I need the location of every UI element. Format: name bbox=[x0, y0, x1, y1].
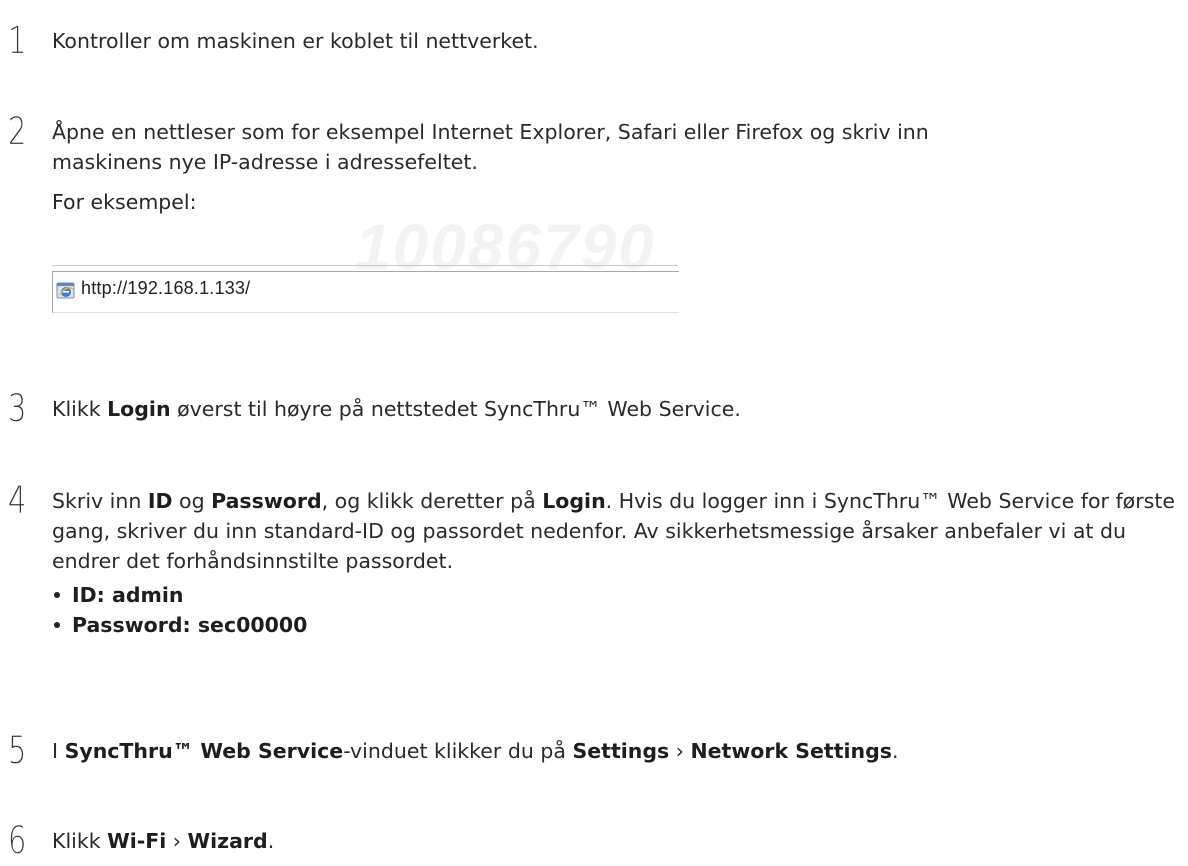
text-run: øverst til høyre på nettstedet SyncThru™… bbox=[170, 397, 741, 421]
step-number: 6 bbox=[8, 819, 27, 862]
step-text: Klikk Wi-Fi › Wizard. bbox=[52, 822, 1183, 856]
list-item: ID: admin bbox=[52, 580, 1183, 610]
ui-term-settings: Settings bbox=[572, 739, 670, 763]
ui-term-wifi: Wi-Fi bbox=[107, 829, 167, 853]
ui-term-syncthru: SyncThru™ Web Service bbox=[64, 739, 344, 763]
step-6: 6 Klikk Wi-Fi › Wizard. bbox=[8, 819, 1183, 862]
text-run: og bbox=[172, 489, 212, 513]
text-run: . bbox=[267, 829, 275, 853]
separator: › bbox=[166, 829, 188, 853]
step-3: 3 Klikk Login øverst til høyre på nettst… bbox=[8, 387, 1183, 430]
ui-term-wizard: Wizard bbox=[187, 829, 268, 853]
browser-address-bar: http://192.168.1.133/ bbox=[52, 265, 680, 321]
step-number: 1 bbox=[8, 19, 27, 62]
step-5: 5 I SyncThru™ Web Service-vinduet klikke… bbox=[8, 729, 1183, 772]
ui-term-password: Password bbox=[211, 489, 322, 513]
ie-browser-icon bbox=[56, 282, 75, 299]
step-text: Skriv inn ID og Password, og klikk deret… bbox=[52, 482, 1183, 576]
step-4: 4 Skriv inn ID og Password, og klikk der… bbox=[8, 482, 1183, 640]
address-field: http://192.168.1.133/ bbox=[52, 271, 679, 313]
text-run: Klikk bbox=[52, 397, 108, 421]
text-run: , og klikk deretter på bbox=[321, 489, 543, 513]
step-text: I SyncThru™ Web Service-vinduet klikker … bbox=[52, 732, 1183, 766]
ui-term-login: Login bbox=[107, 397, 171, 421]
separator: › bbox=[669, 739, 691, 763]
credentials-list: ID: admin Password: sec00000 bbox=[52, 580, 1183, 640]
ui-term-network-settings: Network Settings bbox=[690, 739, 893, 763]
step-text: Klikk Login øverst til høyre på nettsted… bbox=[52, 390, 1183, 424]
step-text-line: maskinens nye IP-adresse i adressefeltet… bbox=[52, 150, 478, 174]
text-run: Klikk bbox=[52, 829, 108, 853]
ui-term-login: Login bbox=[542, 489, 606, 513]
step-number: 4 bbox=[8, 479, 27, 522]
toolbar-divider bbox=[52, 265, 678, 266]
example-label: For eksempel: bbox=[52, 190, 197, 214]
step-2: 2 Åpne en nettleser som for eksempel Int… bbox=[8, 113, 1183, 217]
step-text: Kontroller om maskinen er koblet til net… bbox=[52, 29, 539, 53]
list-item: Password: sec00000 bbox=[52, 610, 1183, 640]
step-number: 2 bbox=[8, 110, 27, 153]
ui-term-id: ID bbox=[147, 489, 173, 513]
step-1: 1 Kontroller om maskinen er koblet til n… bbox=[8, 19, 1183, 62]
step-text-line: Åpne en nettleser som for eksempel Inter… bbox=[52, 120, 929, 144]
step-text: Åpne en nettleser som for eksempel Inter… bbox=[52, 113, 1183, 177]
text-run: -vinduet klikker du på bbox=[343, 739, 573, 763]
step-number: 5 bbox=[8, 729, 27, 772]
manual-page: 10086790 1 Kontroller om maskinen er kob… bbox=[0, 0, 1188, 866]
step-number: 3 bbox=[8, 387, 27, 430]
text-run: . bbox=[892, 739, 899, 763]
text-run: I bbox=[52, 739, 65, 763]
address-url: http://192.168.1.133/ bbox=[81, 278, 251, 298]
text-run: Skriv inn bbox=[52, 489, 148, 513]
